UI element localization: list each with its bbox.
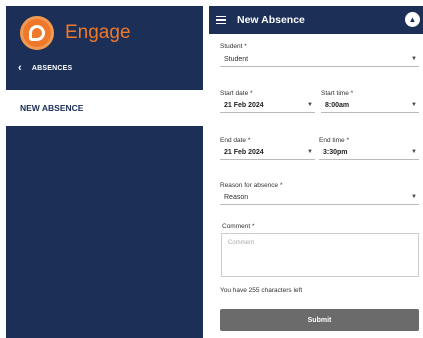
chevron-down-icon: ▼ — [411, 149, 417, 155]
comment-label: Comment * — [222, 223, 255, 230]
end-date-select[interactable]: 21 Feb 2024 ▼ — [220, 146, 315, 160]
back-to-absences-link[interactable]: ‹ ABSENCES — [18, 63, 72, 74]
end-date-value: 21 Feb 2024 — [224, 149, 264, 156]
back-label: ABSENCES — [31, 65, 73, 72]
reason-select[interactable]: Reason ▼ — [220, 191, 419, 205]
chevron-down-icon: ▼ — [307, 149, 313, 155]
sidebar-item-label: NEW ABSENCE — [20, 103, 84, 113]
chevron-down-icon: ▼ — [411, 102, 417, 108]
end-time-label: End time * — [319, 137, 349, 144]
chevron-left-icon: ‹ — [18, 62, 22, 74]
end-time-select[interactable]: 3:30pm ▼ — [319, 146, 419, 160]
start-time-value: 8:00am — [325, 102, 350, 109]
student-value: Student — [224, 56, 249, 63]
comment-placeholder: Comment — [228, 240, 255, 246]
start-time-label: Start time * — [321, 90, 354, 97]
sidebar-item-new-absence[interactable]: NEW ABSENCE — [6, 90, 203, 126]
end-time-value: 3:30pm — [323, 149, 348, 156]
submit-button[interactable]: Submit — [220, 309, 419, 331]
reason-value: Reason — [224, 194, 249, 201]
start-date-select[interactable]: 21 Feb 2024 ▼ — [220, 99, 315, 113]
sidebar: Engage ‹ ABSENCES NEW ABSENCE — [6, 6, 203, 338]
reason-label: Reason for absence * — [220, 182, 283, 189]
bell-icon[interactable]: ▲ — [405, 12, 420, 27]
character-counter: You have 255 characters left — [220, 287, 303, 294]
engage-logo-icon — [20, 16, 54, 50]
brand: Engage — [20, 16, 131, 50]
end-date-label: End date * — [220, 137, 251, 144]
app-header: New Absence ▲ — [209, 6, 423, 34]
chevron-down-icon: ▼ — [411, 56, 417, 62]
hamburger-menu-icon[interactable] — [216, 14, 226, 27]
comment-textarea[interactable]: Comment — [221, 233, 419, 277]
start-date-value: 21 Feb 2024 — [224, 102, 264, 109]
student-select[interactable]: Student ▼ — [220, 53, 419, 67]
chevron-down-icon: ▼ — [411, 194, 417, 200]
page-title: New Absence — [237, 14, 305, 26]
chevron-down-icon: ▼ — [307, 102, 313, 108]
main-panel: New Absence ▲ Student * Student ▼ Start … — [209, 6, 423, 338]
student-label: Student * — [220, 43, 247, 50]
start-date-label: Start date * — [220, 90, 253, 97]
brand-name: Engage — [65, 22, 131, 43]
start-time-select[interactable]: 8:00am ▼ — [321, 99, 419, 113]
